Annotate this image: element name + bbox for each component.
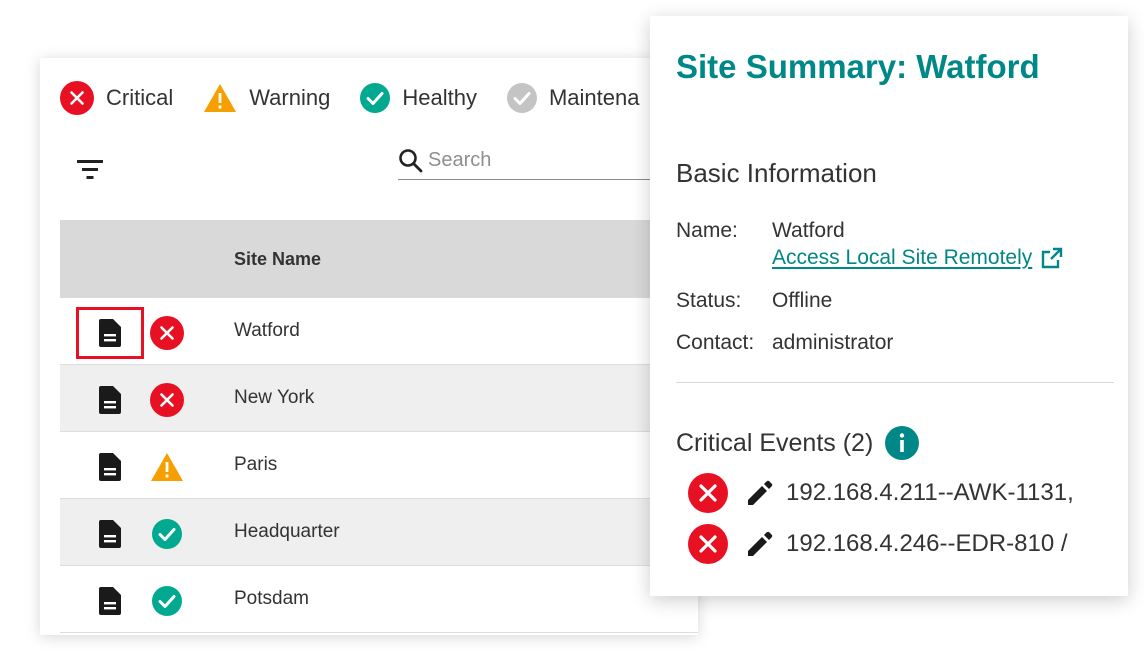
critical-event-item[interactable]: 192.168.4.211--AWK-1131, xyxy=(688,473,1074,513)
site-summary-panel: Site Summary: Watford Basic Information … xyxy=(650,16,1128,596)
site-list-panel: Critical Warning Healthy Maintena Search… xyxy=(40,58,698,635)
document-icon xyxy=(99,587,121,615)
critical-events-heading: Critical Events (2) xyxy=(676,426,920,460)
table-row[interactable]: Watford xyxy=(60,298,698,365)
legend-item-critical: Critical xyxy=(60,81,173,115)
document-icon xyxy=(99,386,121,414)
check-circle-icon xyxy=(150,517,184,551)
site-name-cell: Paris xyxy=(234,454,278,475)
remote-link-label: Access Local Site Remotely xyxy=(772,246,1033,269)
table-row[interactable]: Potsdam xyxy=(60,566,698,633)
filter-icon[interactable] xyxy=(76,157,104,181)
site-summary-document-button[interactable] xyxy=(76,575,144,627)
legend-label-critical: Critical xyxy=(106,85,174,110)
critical-event-item[interactable]: 192.168.4.246--EDR-810 / xyxy=(688,524,1068,564)
document-icon xyxy=(99,453,121,481)
document-icon xyxy=(99,319,121,347)
status-value: Offline xyxy=(772,289,833,312)
critical-x-icon xyxy=(150,316,184,350)
critical-events-label: Critical Events (2) xyxy=(676,428,874,457)
site-summary-document-button[interactable] xyxy=(76,508,144,560)
site-name-cell: Watford xyxy=(234,320,300,341)
maintenance-check-circle-icon xyxy=(506,83,537,113)
critical-x-icon xyxy=(150,383,184,417)
legend-item-healthy: Healthy xyxy=(360,83,477,113)
site-summary-document-button[interactable] xyxy=(76,374,144,426)
column-header-site-name[interactable]: Site Name xyxy=(234,249,321,270)
critical-x-icon[interactable] xyxy=(688,473,728,513)
access-local-site-remotely-link[interactable]: Access Local Site Remotely xyxy=(772,246,1064,270)
warning-triangle-icon xyxy=(203,83,237,113)
name-label: Name: xyxy=(676,219,738,242)
summary-title: Site Summary: Watford xyxy=(676,48,1040,85)
site-name-cell: Headquarter xyxy=(234,521,340,542)
site-name-cell: Potsdam xyxy=(234,588,309,609)
contact-label: Contact: xyxy=(676,331,755,354)
section-divider xyxy=(676,382,1114,383)
legend-item-warning: Warning xyxy=(203,83,330,113)
document-icon xyxy=(99,520,121,548)
check-circle-icon xyxy=(150,584,184,618)
pencil-icon[interactable] xyxy=(744,529,774,559)
legend-item-maintenance: Maintena xyxy=(506,83,640,113)
search-input[interactable] xyxy=(428,145,688,176)
site-summary-document-button[interactable] xyxy=(76,307,144,359)
table-row[interactable]: Headquarter xyxy=(60,499,698,566)
legend-label-maintenance: Maintena xyxy=(548,85,640,110)
legend-label-warning: Warning xyxy=(249,85,331,110)
legend-label-healthy: Healthy xyxy=(402,85,477,110)
check-circle-icon xyxy=(360,83,391,113)
status-legend: Critical Warning Healthy Maintena xyxy=(60,81,669,115)
warning-triangle-icon xyxy=(150,450,184,484)
table-header: Site Name xyxy=(60,220,698,298)
info-icon[interactable] xyxy=(885,426,920,460)
status-label: Status: xyxy=(676,289,742,312)
table-row[interactable]: Paris xyxy=(60,432,698,499)
name-value: Watford xyxy=(772,219,845,242)
contact-value: administrator xyxy=(772,331,894,354)
basic-information-heading: Basic Information xyxy=(676,158,877,188)
table-row[interactable]: New York xyxy=(60,365,698,432)
site-name-cell: New York xyxy=(234,387,315,408)
search-icon xyxy=(398,148,424,174)
critical-x-icon xyxy=(60,81,94,115)
critical-x-icon[interactable] xyxy=(688,524,728,564)
external-link-icon xyxy=(1032,246,1064,270)
event-device-text: 192.168.4.246--EDR-810 / xyxy=(786,530,1068,557)
site-summary-document-button[interactable] xyxy=(76,441,144,493)
event-device-text: 192.168.4.211--AWK-1131, xyxy=(786,479,1074,506)
pencil-icon[interactable] xyxy=(744,478,774,508)
